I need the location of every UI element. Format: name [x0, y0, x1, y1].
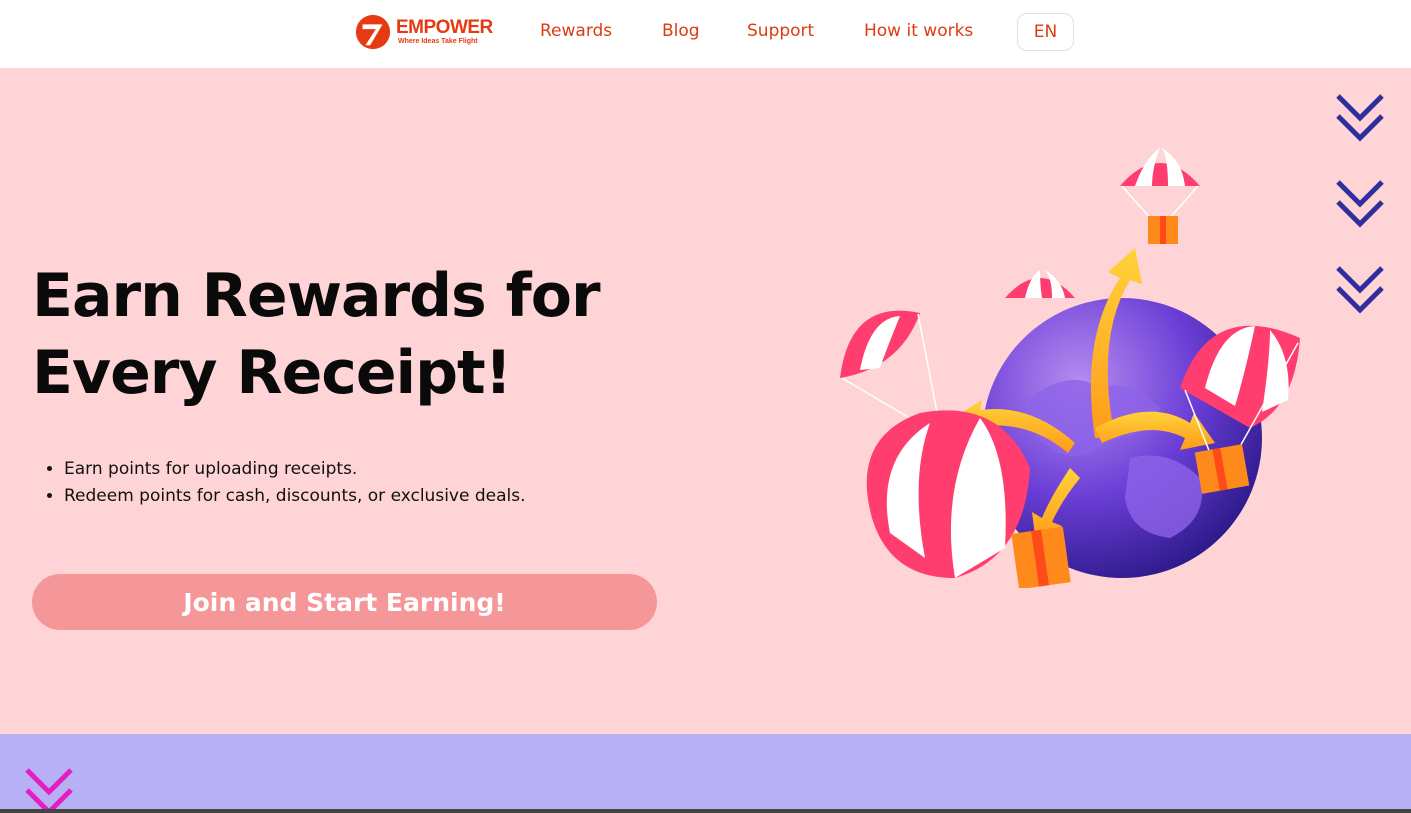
- double-chevron-down-icon[interactable]: [1335, 178, 1385, 230]
- logo-seven-mark-icon: [355, 14, 391, 50]
- empower-logo[interactable]: EMPOWER Where Ideas Take Flight: [354, 12, 494, 52]
- window-bottom-edge: [0, 809, 1411, 813]
- hero-headline: Earn Rewards for Every Receipt!: [32, 258, 732, 412]
- double-chevron-down-icon[interactable]: [1335, 92, 1385, 144]
- language-selector[interactable]: EN: [1017, 13, 1074, 51]
- nav-link-how-it-works[interactable]: How it works: [864, 20, 973, 42]
- nav-link-rewards[interactable]: Rewards: [540, 20, 612, 42]
- logo-name: EMPOWER: [396, 17, 493, 38]
- hero-section: Earn Rewards for Every Receipt! Earn poi…: [0, 68, 1411, 734]
- nav-link-blog[interactable]: Blog: [662, 20, 700, 42]
- double-chevron-down-icon[interactable]: [24, 766, 74, 813]
- hero-headline-line-2: Every Receipt!: [32, 338, 512, 408]
- benefit-item: Redeem points for cash, discounts, or ex…: [64, 483, 526, 510]
- top-navigation: EMPOWER Where Ideas Take Flight Rewards …: [0, 0, 1411, 68]
- logo-tagline: Where Ideas Take Flight: [398, 38, 478, 45]
- nav-link-support[interactable]: Support: [747, 20, 814, 42]
- benefits-list: Earn points for uploading receipts. Rede…: [64, 456, 526, 510]
- logo-wordmark: EMPOWER Where Ideas Take Flight: [396, 18, 493, 46]
- globe-parachute-gifts-illustration: [840, 148, 1300, 588]
- benefit-item: Earn points for uploading receipts.: [64, 456, 526, 483]
- double-chevron-down-icon[interactable]: [1335, 264, 1385, 316]
- hero-headline-line-1: Earn Rewards for: [32, 261, 601, 331]
- join-start-earning-button[interactable]: Join and Start Earning!: [32, 574, 657, 630]
- next-section: [0, 734, 1411, 813]
